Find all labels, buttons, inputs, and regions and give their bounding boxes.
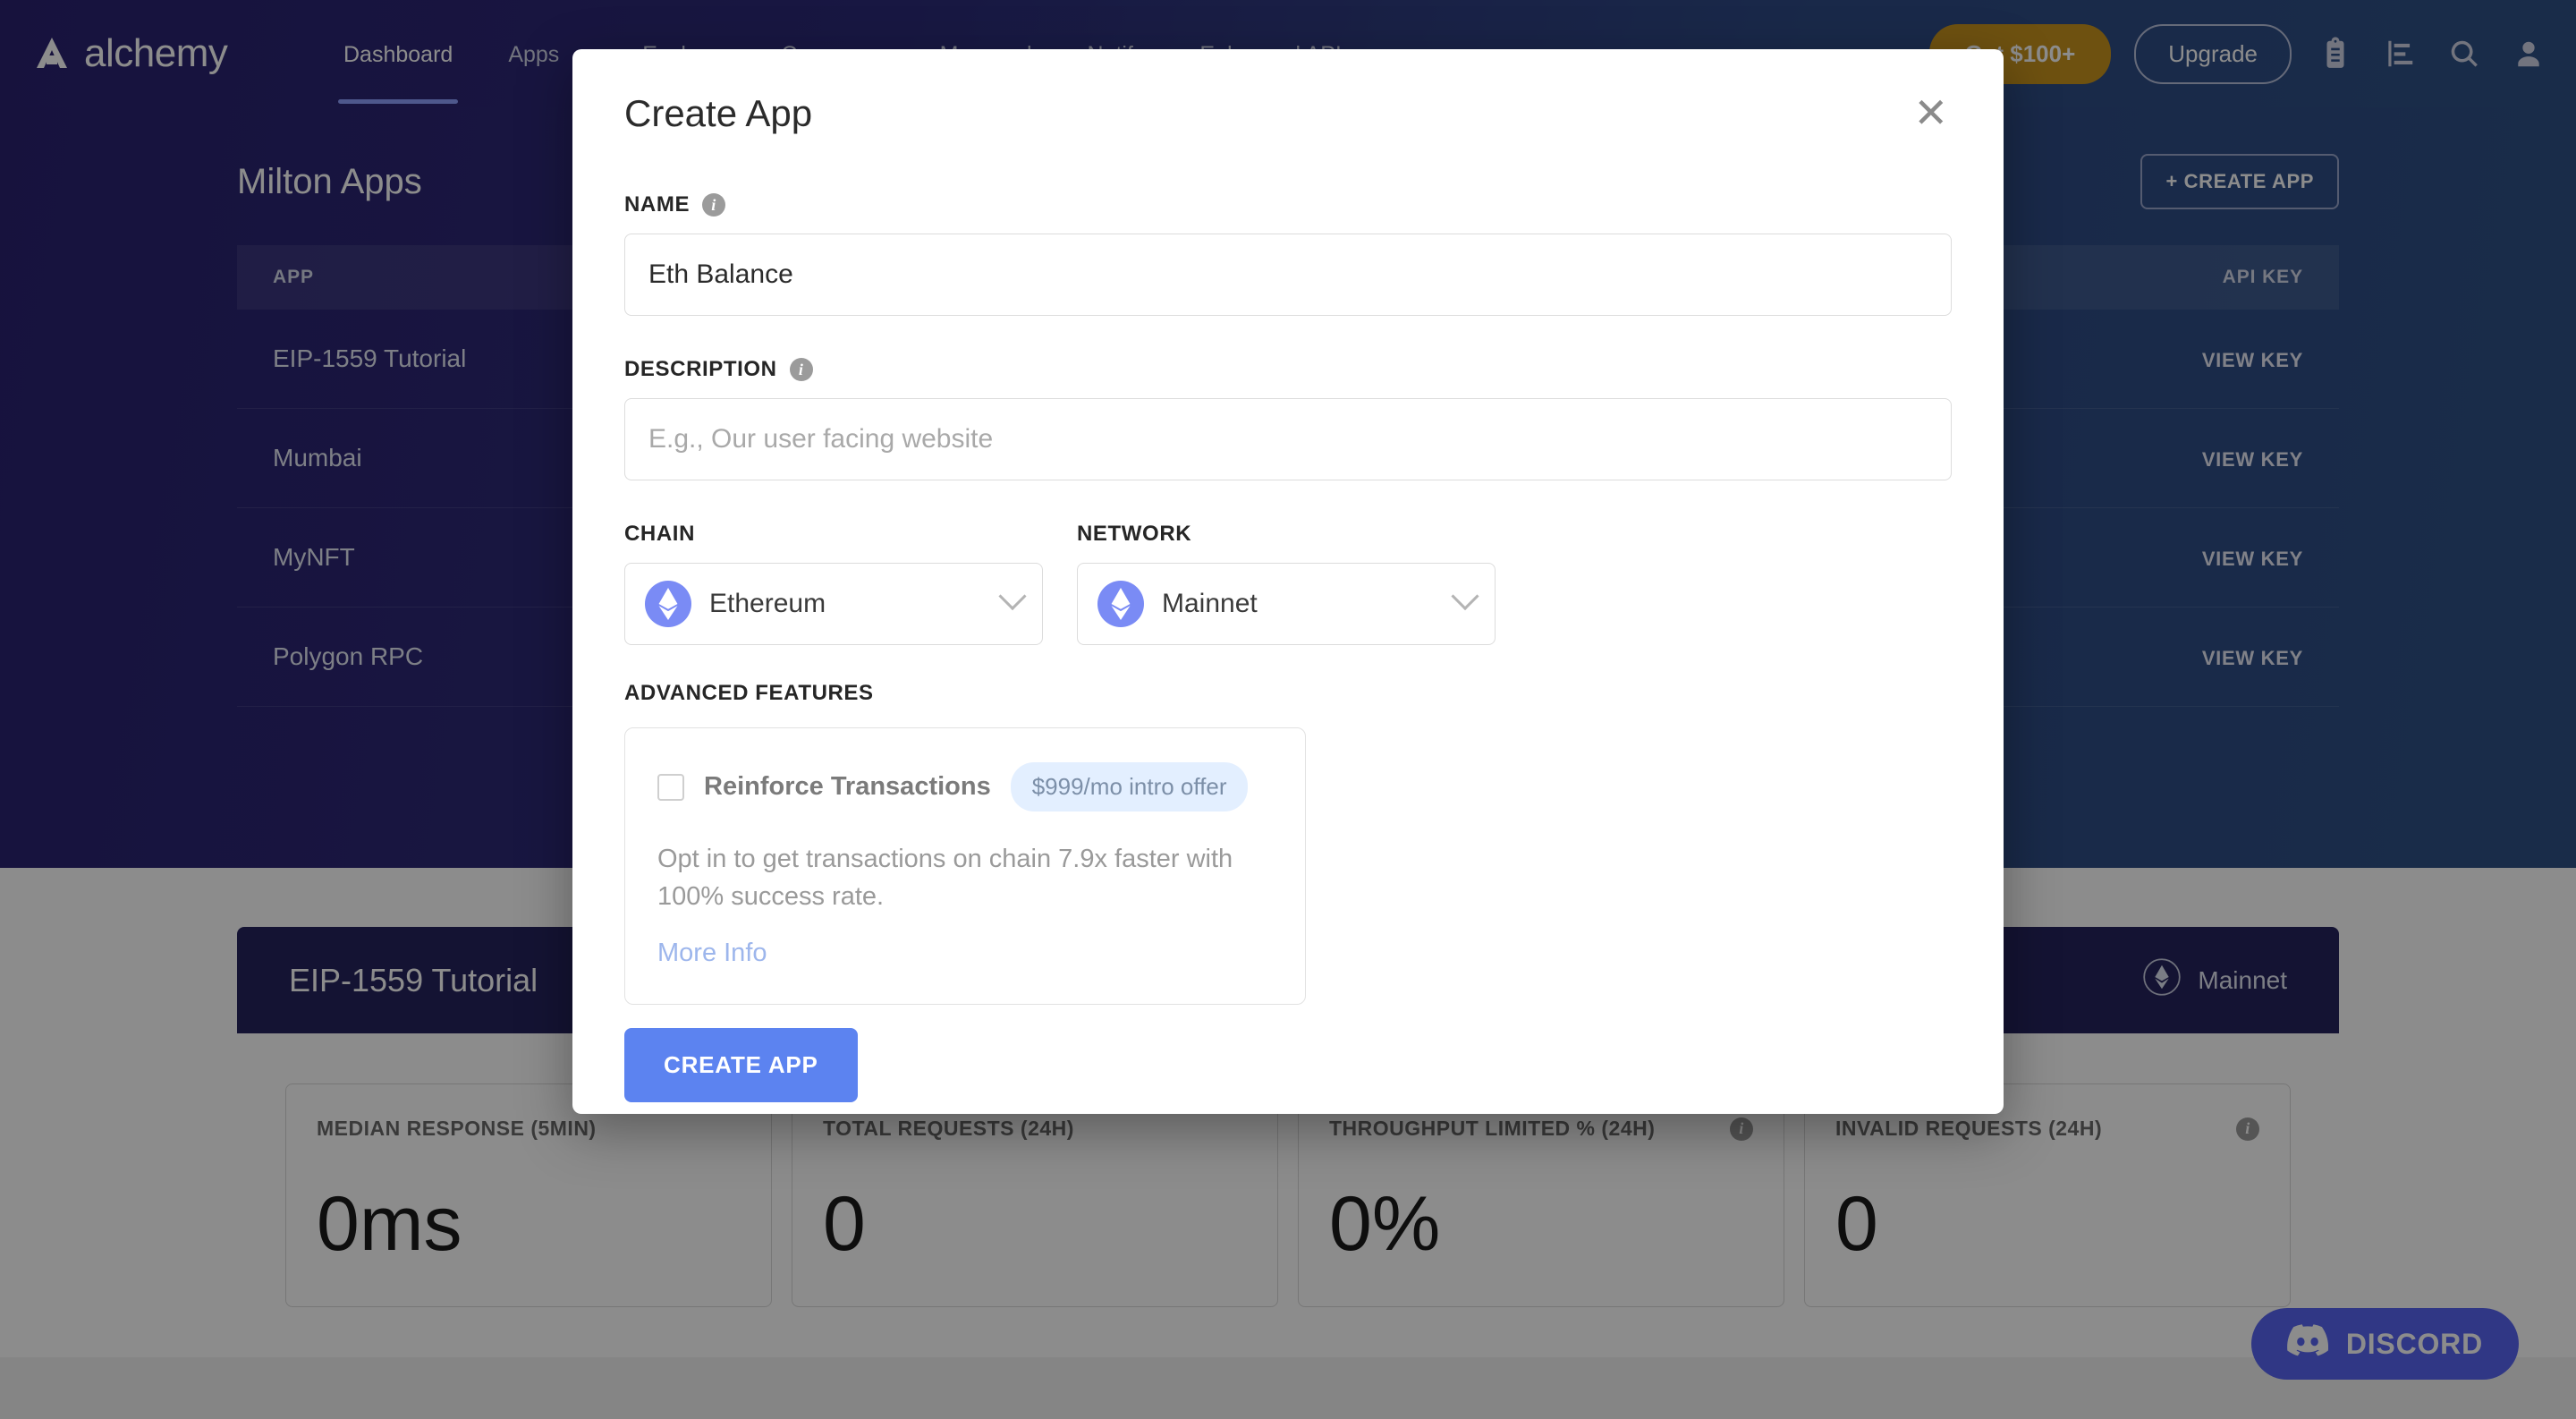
- info-icon[interactable]: i: [790, 358, 813, 381]
- name-input[interactable]: [624, 234, 1952, 316]
- more-info-link[interactable]: More Info: [657, 939, 1273, 968]
- advanced-features-section: ADVANCED FEATURES Reinforce Transactions…: [624, 681, 1952, 1005]
- name-label-row: NAME i: [624, 192, 1952, 217]
- description-label-row: DESCRIPTION i: [624, 357, 1952, 382]
- description-field-group: DESCRIPTION i: [624, 357, 1952, 480]
- chevron-down-icon: [998, 582, 1026, 610]
- close-icon[interactable]: ✕: [1910, 92, 1952, 133]
- intro-offer-badge: $999/mo intro offer: [1011, 762, 1249, 811]
- network-select[interactable]: Mainnet: [1077, 563, 1496, 645]
- ethereum-icon: [645, 581, 691, 627]
- modal-body: NAME i DESCRIPTION i CHAIN: [572, 135, 2004, 1005]
- name-field-group: NAME i: [624, 192, 1952, 316]
- network-field-group: NETWORK Mainnet: [1077, 522, 1496, 645]
- chain-network-row: CHAIN Ethereum NETWORK: [624, 522, 1952, 645]
- reinforce-transactions-checkbox[interactable]: [657, 774, 684, 801]
- reinforce-transactions-card: Reinforce Transactions $999/mo intro off…: [624, 727, 1306, 1005]
- modal-footer: CREATE APP: [572, 1005, 2004, 1156]
- ethereum-icon: [1097, 581, 1144, 627]
- chain-label: CHAIN: [624, 522, 1043, 547]
- info-icon[interactable]: i: [702, 193, 725, 217]
- submit-create-app-button[interactable]: CREATE APP: [624, 1028, 858, 1102]
- advanced-features-title: ADVANCED FEATURES: [624, 681, 1952, 706]
- modal-title: Create App: [624, 92, 812, 135]
- description-input[interactable]: [624, 398, 1952, 480]
- create-app-modal: Create App ✕ NAME i DESCRIPTION i: [572, 49, 2004, 1114]
- network-select-value: Mainnet: [1162, 589, 1437, 619]
- modal-header: Create App ✕: [572, 49, 2004, 135]
- reinforce-transactions-description: Opt in to get transactions on chain 7.9x…: [657, 840, 1273, 915]
- reinforce-transactions-row: Reinforce Transactions $999/mo intro off…: [657, 762, 1273, 811]
- description-label: DESCRIPTION: [624, 357, 777, 382]
- chain-select[interactable]: Ethereum: [624, 563, 1043, 645]
- chevron-down-icon: [1451, 582, 1479, 610]
- reinforce-transactions-label: Reinforce Transactions: [704, 772, 991, 802]
- page-root: alchemy Dashboard Apps Explorer Composer…: [0, 0, 2576, 1419]
- name-label: NAME: [624, 192, 690, 217]
- chain-field-group: CHAIN Ethereum: [624, 522, 1043, 645]
- chain-select-value: Ethereum: [709, 589, 985, 619]
- network-label: NETWORK: [1077, 522, 1496, 547]
